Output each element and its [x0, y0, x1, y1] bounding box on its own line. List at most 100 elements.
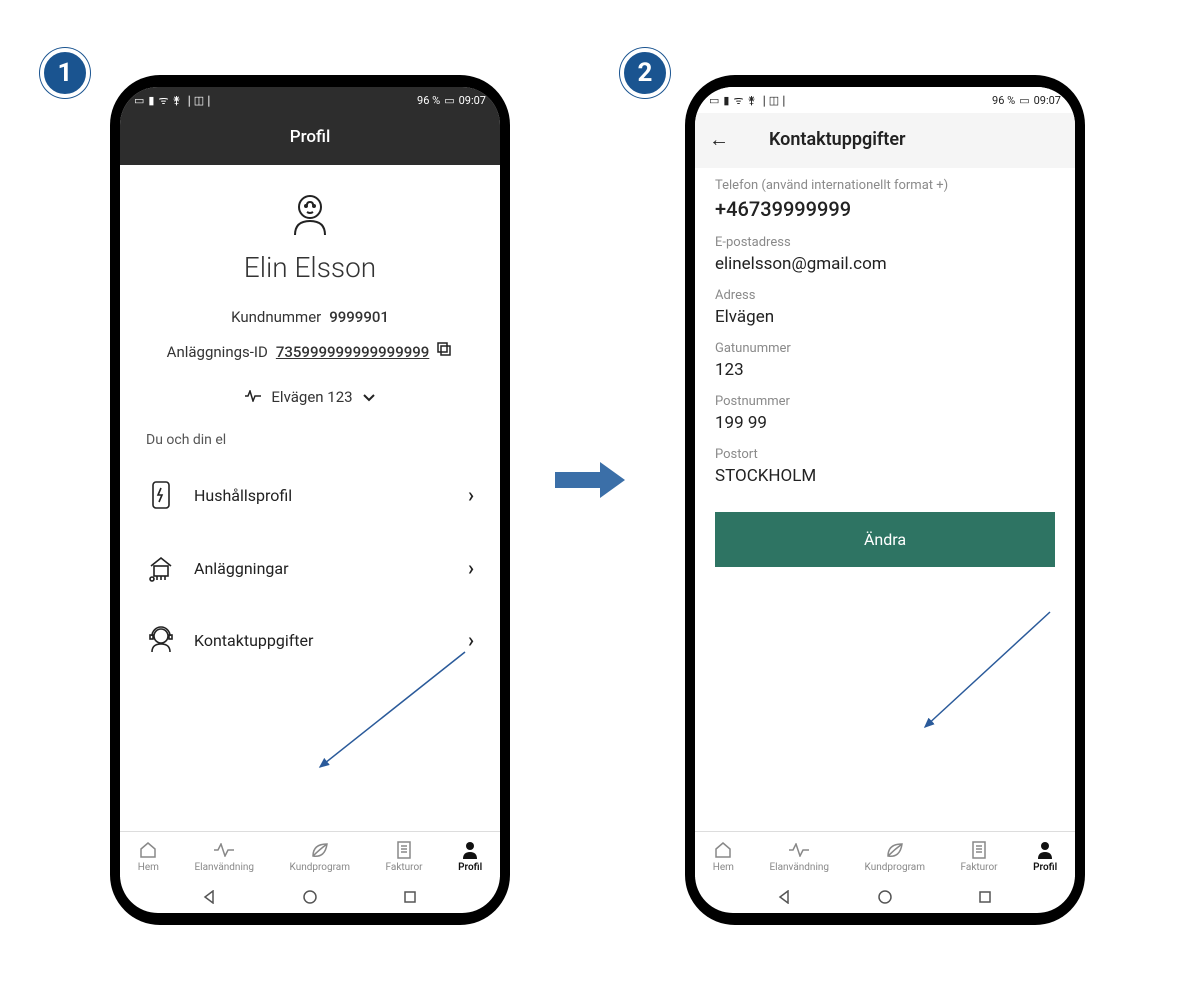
- nav-label: Profil: [1033, 862, 1057, 873]
- back-button[interactable]: ←: [709, 127, 729, 152]
- step-number: 1: [58, 58, 73, 88]
- nav-invoices[interactable]: Fakturor: [961, 840, 998, 873]
- button-label: Ändra: [864, 530, 906, 549]
- field-postal: Postnummer 199 99: [715, 394, 1055, 433]
- customer-number-row: Kundnummer 9999901: [231, 308, 389, 326]
- android-softkeys: [695, 877, 1075, 913]
- menu-item-contact[interactable]: Kontaktuppgifter ›: [136, 604, 484, 676]
- back-key[interactable]: [775, 887, 795, 907]
- facility-id-row: Anläggnings-ID 735999999999999999: [167, 342, 454, 362]
- nav-label: Profil: [458, 862, 482, 873]
- address-selector[interactable]: Elvägen 123: [245, 388, 374, 406]
- pulse-icon: [214, 840, 234, 860]
- home-key[interactable]: [875, 887, 895, 907]
- leaf-icon: [310, 840, 330, 860]
- nav-label: Kundprogram: [865, 862, 925, 873]
- nav-home[interactable]: Hem: [138, 840, 159, 873]
- back-key[interactable]: [200, 887, 220, 907]
- field-value: Elvägen: [715, 307, 1055, 327]
- profile-name: Elin Elsson: [244, 251, 376, 284]
- customer-number-label: Kundnummer: [231, 308, 321, 326]
- menu-label: Hushållsprofil: [194, 486, 450, 505]
- signal-icon: ▮: [723, 94, 729, 107]
- vibrate-icon: ❘◫❘: [760, 94, 789, 107]
- nav-program[interactable]: Kundprogram: [865, 840, 925, 873]
- leaf-icon: [885, 840, 905, 860]
- field-address: Adress Elvägen: [715, 288, 1055, 327]
- nav-home[interactable]: Hem: [713, 840, 734, 873]
- field-email: E-postadress elinelsson@gmail.com: [715, 235, 1055, 274]
- receipt-icon: [971, 840, 987, 860]
- step-badge-1: 1: [40, 48, 90, 98]
- phone-charge-icon: [146, 480, 176, 510]
- recents-key[interactable]: [400, 887, 420, 907]
- customer-number-value: 9999901: [329, 308, 389, 326]
- nav-usage[interactable]: Elanvändning: [194, 840, 254, 873]
- receipt-icon: [396, 840, 412, 860]
- person-headset-icon: [146, 626, 176, 654]
- section-label: Du och din el: [146, 432, 226, 448]
- field-value: 123: [715, 360, 1055, 380]
- chevron-right-icon: ›: [468, 556, 474, 580]
- nav-label: Hem: [138, 862, 159, 873]
- menu-item-household[interactable]: Hushållsprofil ›: [136, 458, 484, 532]
- phone-mockup-1: ▭ ▮ ᯤ ⚵ ❘◫❘ 96 % ▭ 09:07 Profil: [110, 75, 510, 925]
- page-title: Profil: [290, 127, 331, 147]
- facility-id-label: Anläggnings-ID: [167, 343, 268, 361]
- battery-percent: 96 %: [992, 94, 1015, 107]
- flow-arrow-icon: [555, 460, 625, 500]
- field-city: Postort STOCKHOLM: [715, 447, 1055, 486]
- nav-usage[interactable]: Elanvändning: [769, 840, 829, 873]
- nav-label: Elanvändning: [194, 862, 254, 873]
- step-badge-2: 2: [620, 48, 670, 98]
- field-label: Postort: [715, 447, 1055, 462]
- nav-label: Elanvändning: [769, 862, 829, 873]
- recents-key[interactable]: [975, 887, 995, 907]
- clock: 09:07: [1034, 94, 1061, 107]
- phone-mockup-2: ▭ ▮ ᯤ ⚵ ❘◫❘ 96 % ▭ 09:07 ← Kontaktuppgif…: [685, 75, 1085, 925]
- step-number: 2: [638, 58, 653, 88]
- pulse-icon: [789, 840, 809, 860]
- field-label: Adress: [715, 288, 1055, 303]
- nav-invoices[interactable]: Fakturor: [386, 840, 423, 873]
- nav-profile[interactable]: Profil: [458, 840, 482, 873]
- chevron-down-icon: [363, 388, 375, 406]
- chevron-right-icon: ›: [468, 628, 474, 652]
- nav-label: Fakturor: [961, 862, 998, 873]
- pulse-icon: [245, 388, 261, 406]
- nav-program[interactable]: Kundprogram: [290, 840, 350, 873]
- battery-percent: 96 %: [417, 94, 440, 107]
- field-label: Telefon (använd internationellt format +…: [715, 178, 1055, 193]
- nav-profile[interactable]: Profil: [1033, 840, 1057, 873]
- menu-label: Anläggningar: [194, 559, 450, 578]
- menu-label: Kontaktuppgifter: [194, 631, 450, 650]
- field-value: STOCKHOLM: [715, 466, 1055, 486]
- menu-item-facilities[interactable]: Anläggningar ›: [136, 532, 484, 604]
- android-softkeys: [120, 877, 500, 913]
- nav-label: Hem: [713, 862, 734, 873]
- field-streetno: Gatunummer 123: [715, 341, 1055, 380]
- facility-id-value: 735999999999999999: [276, 343, 429, 361]
- app-header: ← Kontaktuppgifter: [695, 113, 1075, 168]
- vibrate-icon: ❘◫❘: [185, 94, 214, 107]
- home-icon: [139, 840, 157, 860]
- copy-icon[interactable]: [437, 342, 453, 362]
- home-icon: [714, 840, 732, 860]
- bluetooth-icon: ⚵: [173, 94, 181, 107]
- field-value: +46739999999: [715, 197, 1055, 221]
- field-label: Postnummer: [715, 394, 1055, 409]
- battery-icon: ▭: [1019, 94, 1029, 107]
- edit-button[interactable]: Ändra: [715, 512, 1055, 567]
- nav-label: Kundprogram: [290, 862, 350, 873]
- nav-label: Fakturor: [386, 862, 423, 873]
- chevron-right-icon: ›: [468, 483, 474, 507]
- page-title: Kontaktuppgifter: [769, 129, 906, 150]
- home-key[interactable]: [300, 887, 320, 907]
- field-value: elinelsson@gmail.com: [715, 254, 1055, 274]
- volte-icon: ▭: [709, 94, 719, 107]
- avatar-icon: [285, 189, 335, 243]
- status-bar: ▭ ▮ ᯤ ⚵ ❘◫❘ 96 % ▭ 09:07: [120, 87, 500, 113]
- field-value: 199 99: [715, 413, 1055, 433]
- bottom-nav: Hem Elanvändning Kundprogram Fakturor Pr…: [695, 831, 1075, 877]
- field-label: E-postadress: [715, 235, 1055, 250]
